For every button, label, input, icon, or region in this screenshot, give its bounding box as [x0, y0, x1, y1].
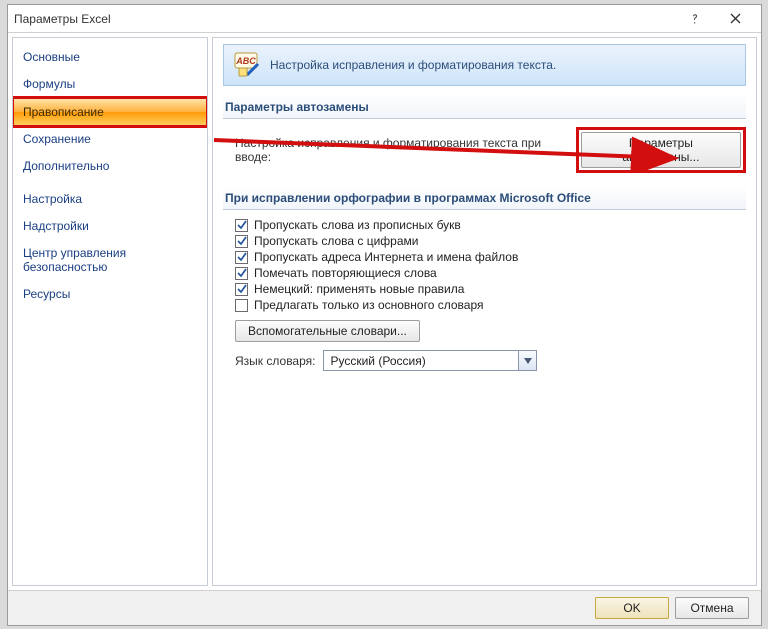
- sidebar-item-formulas[interactable]: Формулы: [13, 71, 207, 98]
- sidebar-item-label: Надстройки: [23, 219, 89, 233]
- sidebar-item-label: Дополнительно: [23, 159, 109, 173]
- checkbox-label: Немецкий: применять новые правила: [254, 282, 464, 296]
- sidebar-item-label: Сохранение: [23, 132, 91, 146]
- autocorrect-options-button[interactable]: Параметры автозамены...: [581, 132, 741, 168]
- checkbox-row: Помечать повторяющиеся слова: [235, 266, 746, 280]
- banner-text: Настройка исправления и форматирования т…: [270, 58, 556, 72]
- dict-language-select[interactable]: Русский (Россия): [323, 350, 537, 371]
- checkbox-label: Пропускать адреса Интернета и имена файл…: [254, 250, 518, 264]
- chevron-down-icon: [518, 351, 536, 370]
- sidebar-item-save[interactable]: Сохранение: [13, 126, 207, 153]
- window-title: Параметры Excel: [14, 12, 675, 26]
- group-autocorrect-title: Параметры автозамены: [223, 96, 746, 119]
- panel-banner: ABC Настройка исправления и форматирован…: [223, 44, 746, 86]
- group-spelling-title: При исправлении орфографии в программах …: [223, 187, 746, 210]
- checkbox[interactable]: [235, 251, 248, 264]
- excel-options-dialog: Параметры Excel Основные Формулы Правопи…: [7, 4, 762, 626]
- close-button[interactable]: [715, 6, 755, 32]
- checkbox[interactable]: [235, 267, 248, 280]
- button-label: Вспомогательные словари...: [248, 324, 407, 338]
- close-icon: [730, 13, 741, 24]
- button-label: Параметры автозамены...: [622, 136, 699, 164]
- select-value: Русский (Россия): [324, 354, 518, 368]
- checkbox-row: Пропускать адреса Интернета и имена файл…: [235, 250, 746, 264]
- sidebar-item-label: Основные: [23, 50, 80, 64]
- sidebar-item-resources[interactable]: Ресурсы: [13, 281, 207, 308]
- checkbox[interactable]: [235, 299, 248, 312]
- checkbox-row: Немецкий: применять новые правила: [235, 282, 746, 296]
- sidebar-item-label: Ресурсы: [23, 287, 70, 301]
- checkbox-row: Предлагать только из основного словаря: [235, 298, 746, 312]
- checkbox-row: Пропускать слова из прописных букв: [235, 218, 746, 232]
- dict-language-label: Язык словаря:: [235, 354, 315, 368]
- dialog-body: Основные Формулы Правописание Сохранение…: [8, 33, 761, 590]
- autocorrect-caption: Настройка исправления и форматирования т…: [235, 136, 560, 164]
- sidebar-item-label: Правописание: [23, 105, 104, 119]
- category-sidebar: Основные Формулы Правописание Сохранение…: [12, 37, 208, 586]
- checkbox-label: Пропускать слова с цифрами: [254, 234, 418, 248]
- help-button[interactable]: [675, 6, 715, 32]
- dialog-footer: OK Отмена: [8, 590, 761, 625]
- sidebar-item-label: Центр управления безопасностью: [23, 246, 126, 274]
- sidebar-item-customize[interactable]: Настройка: [13, 186, 207, 213]
- checkbox[interactable]: [235, 235, 248, 248]
- checkbox-row: Пропускать слова с цифрами: [235, 234, 746, 248]
- sidebar-item-label: Формулы: [23, 77, 75, 91]
- cancel-button[interactable]: Отмена: [675, 597, 749, 619]
- sidebar-item-proofing[interactable]: Правописание: [13, 98, 207, 126]
- button-label: Отмена: [690, 601, 733, 615]
- checkbox-label: Предлагать только из основного словаря: [254, 298, 483, 312]
- button-label: OK: [623, 601, 640, 615]
- settings-panel: ABC Настройка исправления и форматирован…: [212, 37, 757, 586]
- abc-check-icon: ABC: [234, 52, 260, 78]
- custom-dictionaries-button[interactable]: Вспомогательные словари...: [235, 320, 420, 342]
- sidebar-item-label: Настройка: [23, 192, 82, 206]
- check-list: Пропускать слова из прописных букв Пропус…: [223, 218, 746, 312]
- autocorrect-button-highlight: Параметры автозамены...: [576, 127, 746, 173]
- sidebar-item-advanced[interactable]: Дополнительно: [13, 153, 207, 180]
- titlebar: Параметры Excel: [8, 5, 761, 33]
- ok-button[interactable]: OK: [595, 597, 669, 619]
- checkbox-label: Помечать повторяющиеся слова: [254, 266, 437, 280]
- sidebar-item-general[interactable]: Основные: [13, 44, 207, 71]
- dict-language-row: Язык словаря: Русский (Россия): [235, 350, 746, 371]
- checkbox-label: Пропускать слова из прописных букв: [254, 218, 461, 232]
- sidebar-item-trust-center[interactable]: Центр управления безопасностью: [13, 240, 207, 281]
- help-icon: [689, 13, 701, 25]
- checkbox[interactable]: [235, 283, 248, 296]
- checkbox[interactable]: [235, 219, 248, 232]
- autocorrect-row: Настройка исправления и форматирования т…: [235, 127, 746, 173]
- svg-text:ABC: ABC: [235, 56, 256, 66]
- sidebar-item-addins[interactable]: Надстройки: [13, 213, 207, 240]
